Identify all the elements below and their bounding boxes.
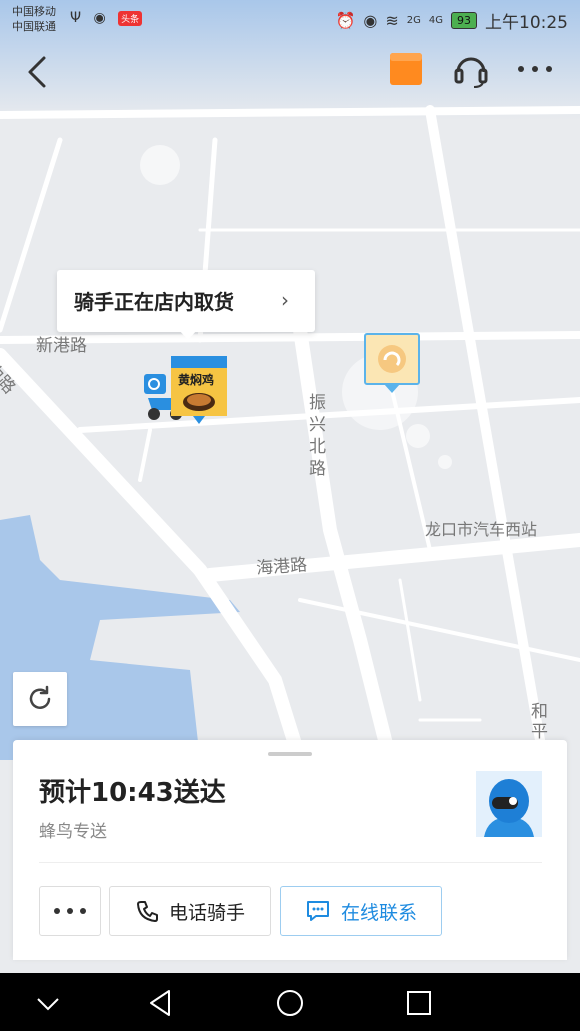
wifi-icon: ≋ — [385, 11, 399, 30]
status-left-icons: Ψ ◉ 头条 — [70, 10, 150, 26]
status-right-icons: ⏰ ◉ ≋ 2G 4G 93 上午10:25 — [335, 8, 568, 33]
call-rider-button[interactable]: 电话骑手 — [109, 886, 271, 936]
usb-icon: Ψ — [70, 10, 82, 26]
signal-2g: 2G — [406, 15, 421, 26]
tooltip-tail — [179, 330, 197, 340]
online-contact-label: 在线联系 — [340, 901, 417, 924]
system-back-button[interactable] — [145, 987, 177, 1019]
alarm-icon: ⏰ — [335, 11, 356, 30]
back-arrow-icon — [28, 56, 46, 88]
road-label-haigang: 海港路 — [255, 555, 308, 579]
headset-icon — [454, 57, 488, 88]
carrier-1: 中国移动 — [12, 5, 56, 18]
more-dots-icon — [518, 66, 552, 72]
carrier-names: 中国移动 中国联通 — [12, 4, 56, 34]
system-nav-bar — [0, 973, 580, 1031]
status-bar: 中国移动 中国联通 Ψ ◉ 头条 ⏰ ◉ ≋ 2G 4G 93 上午10:25 — [0, 0, 580, 40]
chat-icon — [306, 901, 329, 921]
more-menu-button[interactable] — [515, 54, 555, 84]
station-label: 龙口市汽车西站 — [425, 520, 538, 539]
eye-icon: ◉ — [363, 11, 378, 30]
order-card: 预计10:43送达 蜂鸟专送 电话骑手 在线联系 — [13, 740, 567, 960]
chevron-down-icon — [37, 998, 59, 1011]
package-button[interactable] — [389, 52, 423, 86]
customer-service-button[interactable] — [452, 50, 490, 88]
refresh-button[interactable] — [13, 672, 67, 726]
more-options-button[interactable] — [39, 886, 101, 936]
road-label-zhenxing: 振兴北路 — [309, 393, 326, 479]
notification-icon: ◉ — [93, 10, 106, 26]
toutiao-badge: 头条 — [118, 11, 143, 26]
triangle-back-icon — [150, 990, 170, 1016]
rider-status-text: 骑手正在店内取货 — [74, 290, 234, 314]
online-contact-button[interactable]: 在线联系 — [280, 886, 442, 936]
destination-marker[interactable] — [364, 333, 420, 395]
phone-icon — [136, 901, 158, 922]
carrier-2: 中国联通 — [12, 20, 56, 33]
delivery-service: 蜂鸟专送 — [39, 822, 107, 842]
refresh-icon — [29, 685, 51, 709]
rider-status-tooltip[interactable]: 骑手正在店内取货 › — [57, 270, 315, 340]
chevron-right-icon: › — [281, 288, 289, 312]
recents-button[interactable] — [403, 987, 435, 1019]
back-button[interactable] — [20, 50, 56, 90]
square-recents-icon — [407, 991, 431, 1015]
call-rider-label: 电话骑手 — [168, 901, 245, 924]
home-button[interactable] — [274, 987, 306, 1019]
drag-handle[interactable] — [268, 752, 312, 756]
top-nav — [0, 44, 580, 94]
road-label-he: 和平 — [531, 702, 548, 742]
shop-sign-text: 黄焖鸡 — [178, 373, 215, 387]
signal-4g: 4G — [428, 15, 443, 26]
package-icon — [390, 53, 422, 85]
shop-marker[interactable]: 黄焖鸡 — [171, 356, 227, 426]
more-dots-icon — [54, 908, 86, 914]
road-label-xingang: 新港路 — [36, 336, 87, 356]
rider-avatar[interactable] — [476, 771, 542, 837]
battery-icon: 93 — [451, 12, 477, 29]
circle-home-icon — [277, 990, 303, 1016]
rider-helmet-icon — [476, 771, 542, 837]
eta-text: 预计10:43送达 — [39, 778, 226, 808]
status-time: 上午10:25 — [485, 13, 568, 33]
hide-nav-button[interactable] — [32, 987, 64, 1019]
divider — [39, 862, 542, 863]
